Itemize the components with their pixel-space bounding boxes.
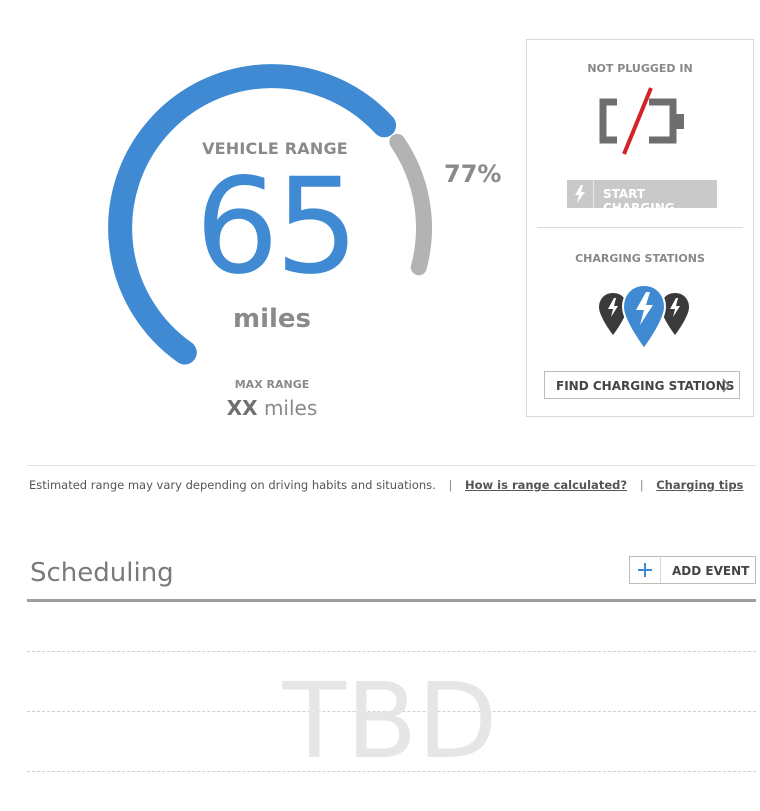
scheduling-divider: [27, 599, 756, 602]
start-charging-button[interactable]: START CHARGING: [567, 180, 717, 215]
find-charging-stations-button[interactable]: FIND CHARGING STATIONS: [544, 371, 740, 399]
separator: |: [639, 478, 644, 492]
range-gauge-remaining-arc: [389, 133, 432, 276]
charge-percent: 77%: [444, 160, 502, 188]
how-range-calculated-link[interactable]: How is range calculated?: [465, 478, 627, 492]
separator: |: [448, 478, 453, 492]
plus-icon: [630, 557, 661, 583]
range-value: 65: [195, 150, 359, 304]
info-divider: [27, 465, 756, 466]
max-range-value: XX miles: [190, 396, 354, 420]
plug-status: NOT PLUGGED IN: [587, 62, 693, 75]
bolt-icon: [567, 180, 594, 208]
add-event-button[interactable]: ADD EVENT: [629, 556, 756, 584]
charging-stations-heading: CHARGING STATIONS: [575, 252, 705, 265]
charging-station-pins-icon: [599, 283, 689, 351]
chevron-right-icon: [722, 378, 731, 396]
find-charging-stations-label: FIND CHARGING STATIONS: [556, 379, 735, 393]
range-info-line: Estimated range may vary depending on dr…: [29, 478, 743, 492]
schedule-row-divider: [27, 651, 756, 652]
range-unit: miles: [232, 304, 312, 334]
start-charging-label: START CHARGING: [603, 187, 675, 215]
range-disclaimer: Estimated range may vary depending on dr…: [29, 478, 436, 492]
scheduling-title: Scheduling: [30, 558, 174, 588]
max-range-label: MAX RANGE: [234, 378, 310, 391]
max-range-unit: miles: [263, 396, 318, 420]
add-event-label: ADD EVENT: [672, 564, 750, 578]
charging-panel: NOT PLUGGED IN START CHARGING CHARGING S…: [526, 39, 754, 417]
battery-unplugged-icon: [599, 87, 684, 155]
charging-tips-link[interactable]: Charging tips: [656, 478, 743, 492]
schedule-placeholder: TBD: [282, 660, 498, 782]
panel-divider: [537, 227, 743, 228]
max-range-number: XX: [226, 396, 258, 420]
